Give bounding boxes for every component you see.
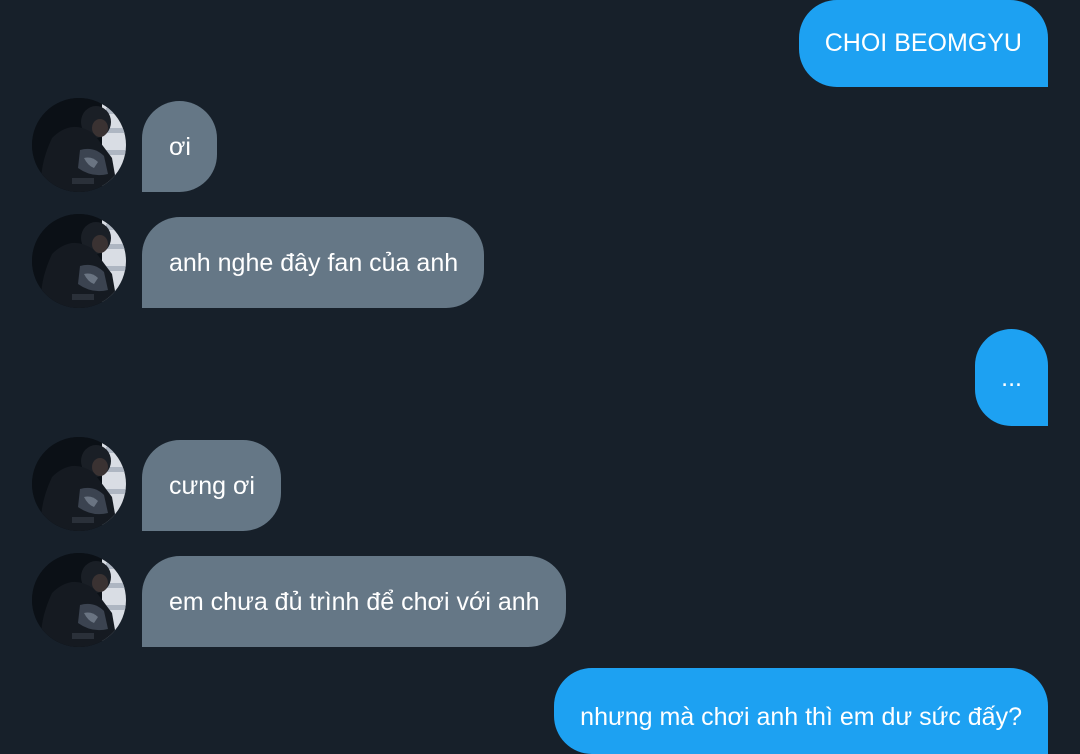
contact-avatar[interactable] <box>32 214 126 308</box>
message-bubble-outgoing[interactable]: ... <box>975 329 1048 426</box>
message-bubble-incoming[interactable]: ơi <box>142 101 217 192</box>
message-bubble-outgoing[interactable]: CHOI BEOMGYU <box>798 0 1048 87</box>
message-bubble-incoming[interactable]: anh nghe đây fan của anh <box>142 217 485 308</box>
message-bubble-incoming[interactable]: cưng ơi <box>142 440 281 531</box>
message-bubble-incoming[interactable]: em chưa đủ trình để chơi với anh <box>142 556 566 647</box>
avatar-photo <box>32 214 126 308</box>
contact-avatar[interactable] <box>32 98 126 192</box>
contact-avatar[interactable] <box>32 437 126 531</box>
avatar-photo <box>32 98 126 192</box>
avatar-photo <box>32 437 126 531</box>
avatar-photo <box>32 553 126 647</box>
message-bubble-outgoing[interactable]: nhưng mà chơi anh thì em dư sức đấy? <box>554 668 1048 754</box>
contact-avatar[interactable] <box>32 553 126 647</box>
